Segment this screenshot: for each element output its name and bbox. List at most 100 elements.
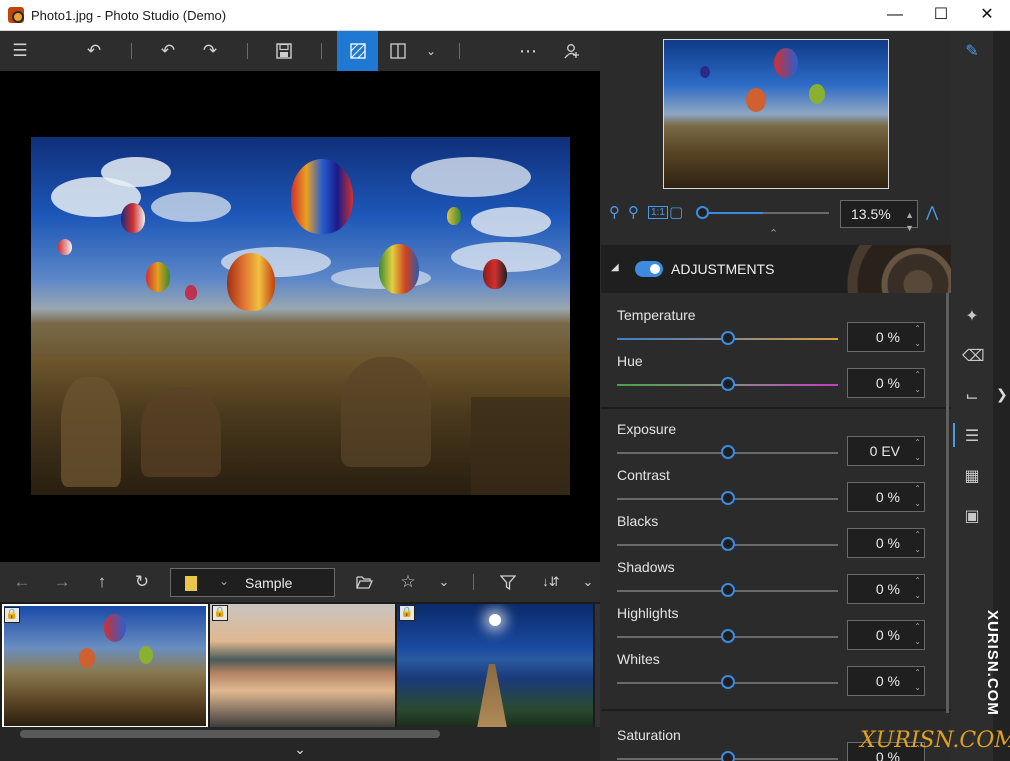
star-filter-icon[interactable]: ☆: [390, 562, 426, 602]
thumbnail-partial[interactable]: [595, 604, 600, 728]
chevron-right-icon[interactable]: ❯: [996, 386, 1008, 403]
filter-icon[interactable]: [490, 562, 526, 602]
highlights-input[interactable]: 0 % ⌃ ⌄: [847, 620, 925, 650]
decrease-icon[interactable]: ⌄: [914, 385, 921, 395]
collapse-preview-icon[interactable]: ⌃: [769, 227, 778, 240]
thumbnail-lake-sunset[interactable]: 🔒: [210, 604, 395, 728]
main-toolbar: ☰ ↶ ↶ ↷ ⌄ ⋯: [0, 31, 600, 71]
collapse-strip-icon[interactable]: ⌄: [0, 741, 600, 761]
hue-row: Hue 0 % ⌃ ⌄: [601, 351, 951, 398]
exposure-handle[interactable]: [721, 445, 735, 459]
undo-all-icon[interactable]: ↶: [76, 31, 112, 71]
close-icon[interactable]: ✕: [964, 0, 1010, 31]
split-view-icon[interactable]: [380, 31, 416, 71]
image-icon[interactable]: ▣: [962, 506, 982, 526]
decrease-icon[interactable]: ⌄: [914, 453, 921, 463]
add-user-icon[interactable]: [554, 31, 590, 71]
zoom-in-icon[interactable]: ⚲: [628, 203, 639, 221]
redo-icon[interactable]: ↷: [192, 31, 228, 71]
adjustments-icon[interactable]: ☰: [962, 426, 982, 446]
navigator-preview[interactable]: [663, 39, 889, 189]
increase-icon[interactable]: ⌃: [914, 668, 921, 678]
folder-selector[interactable]: ⌄ Sample: [170, 568, 335, 597]
eraser-icon[interactable]: ⌫: [962, 346, 985, 366]
grid-icon[interactable]: ▦: [962, 466, 982, 486]
decrease-icon[interactable]: ⌄: [914, 545, 921, 555]
decrease-icon[interactable]: ⌄: [914, 637, 921, 647]
menu-icon[interactable]: ☰: [2, 31, 38, 71]
edit-icon[interactable]: ✎: [962, 41, 982, 61]
chevron-down-icon[interactable]: ⌄: [426, 562, 462, 602]
crop-icon[interactable]: ⌙: [962, 386, 982, 406]
increase-icon[interactable]: ⌃: [914, 622, 921, 632]
increase-icon[interactable]: ⌃: [914, 530, 921, 540]
decrease-icon[interactable]: ⌄: [914, 339, 921, 349]
decrease-icon[interactable]: ⌄: [914, 499, 921, 509]
temperature-input[interactable]: 0 % ⌃ ⌄: [847, 322, 925, 352]
sort-icon[interactable]: ↓⇵: [533, 562, 569, 602]
collapse-triangle-icon[interactable]: ◢: [611, 262, 619, 273]
open-folder-icon[interactable]: [346, 562, 382, 602]
exposure-input[interactable]: 0 EV ⌃ ⌄: [847, 436, 925, 466]
thumbnail-moon-pier[interactable]: 🔒: [397, 604, 593, 728]
forward-icon[interactable]: →: [44, 562, 80, 602]
panel-scrollbar[interactable]: [946, 293, 949, 713]
zoom-input[interactable]: 13.5% ▲ ▼: [840, 200, 918, 233]
temperature-handle[interactable]: [721, 331, 735, 345]
adjustments-header[interactable]: ◢ ADJUSTMENTS: [601, 245, 951, 293]
increase-icon[interactable]: ⌃: [914, 370, 921, 380]
fit-screen-icon[interactable]: ▢: [669, 203, 683, 221]
increase-icon[interactable]: ⌃: [914, 484, 921, 494]
retouch-icon[interactable]: ✦: [962, 306, 982, 326]
saturation-handle[interactable]: [721, 751, 735, 761]
more-icon[interactable]: ⋯: [510, 31, 546, 71]
blacks-label: Blacks: [617, 513, 659, 529]
shadows-handle[interactable]: [721, 583, 735, 597]
up-icon[interactable]: ↑: [84, 562, 120, 602]
minimize-icon[interactable]: —: [872, 0, 918, 31]
adjustments-toggle[interactable]: [635, 261, 663, 277]
increase-icon[interactable]: ⌃: [914, 576, 921, 586]
hue-label: Hue: [617, 353, 643, 369]
maximize-icon[interactable]: ☐: [918, 0, 964, 31]
image-viewer[interactable]: [0, 71, 600, 593]
color-section: Temperature 0 % ⌃ ⌄ Hue 0 % ⌃ ⌄: [601, 293, 951, 407]
whites-input[interactable]: 0 % ⌃ ⌄: [847, 666, 925, 696]
thumbnail-balloons[interactable]: 🔒: [2, 604, 208, 728]
decrease-icon[interactable]: ⌄: [914, 683, 921, 693]
compare-view-icon[interactable]: [337, 31, 378, 71]
whites-value: 0 %: [875, 673, 900, 689]
zoom-out-icon[interactable]: ⚲: [609, 203, 620, 221]
contrast-handle[interactable]: [721, 491, 735, 505]
toolbar-divider: [247, 43, 248, 59]
lock-icon: 🔒: [399, 605, 415, 621]
zoom-slider-handle[interactable]: [696, 206, 709, 219]
histogram-icon[interactable]: ⋀: [926, 203, 938, 221]
save-icon[interactable]: [266, 31, 302, 71]
scrollbar-thumb[interactable]: [20, 730, 440, 738]
refresh-icon[interactable]: ↻: [124, 562, 160, 602]
increase-icon[interactable]: ⌃: [914, 438, 921, 448]
decrease-icon[interactable]: ▼: [905, 215, 914, 241]
actual-size-icon[interactable]: 1:1: [648, 206, 668, 219]
increase-icon[interactable]: ⌃: [914, 324, 921, 334]
thumbnail-scrollbar[interactable]: [0, 727, 600, 741]
exposure-label: Exposure: [617, 421, 677, 437]
navigation-bar: ← → ↑ ↻ ⌄ Sample ☆ ⌄ ↓⇵ ⌄: [0, 562, 600, 602]
back-icon[interactable]: ←: [4, 562, 40, 602]
chevron-down-icon[interactable]: ⌄: [413, 31, 449, 71]
hue-input[interactable]: 0 % ⌃ ⌄: [847, 368, 925, 398]
undo-icon[interactable]: ↶: [150, 31, 186, 71]
zoom-controls: ⚲ ⚲ 1:1 ▢ 13.5% ▲ ▼ ⋀: [601, 197, 951, 233]
contrast-input[interactable]: 0 % ⌃ ⌄: [847, 482, 925, 512]
zoom-slider-fill: [701, 212, 763, 214]
shadows-input[interactable]: 0 % ⌃ ⌄: [847, 574, 925, 604]
highlights-handle[interactable]: [721, 629, 735, 643]
decrease-icon[interactable]: ⌄: [914, 591, 921, 601]
hue-handle[interactable]: [721, 377, 735, 391]
whites-handle[interactable]: [721, 675, 735, 689]
blacks-input[interactable]: 0 % ⌃ ⌄: [847, 528, 925, 558]
toolbar-divider: [131, 43, 132, 59]
blacks-handle[interactable]: [721, 537, 735, 551]
chevron-down-icon[interactable]: ⌄: [219, 574, 229, 588]
